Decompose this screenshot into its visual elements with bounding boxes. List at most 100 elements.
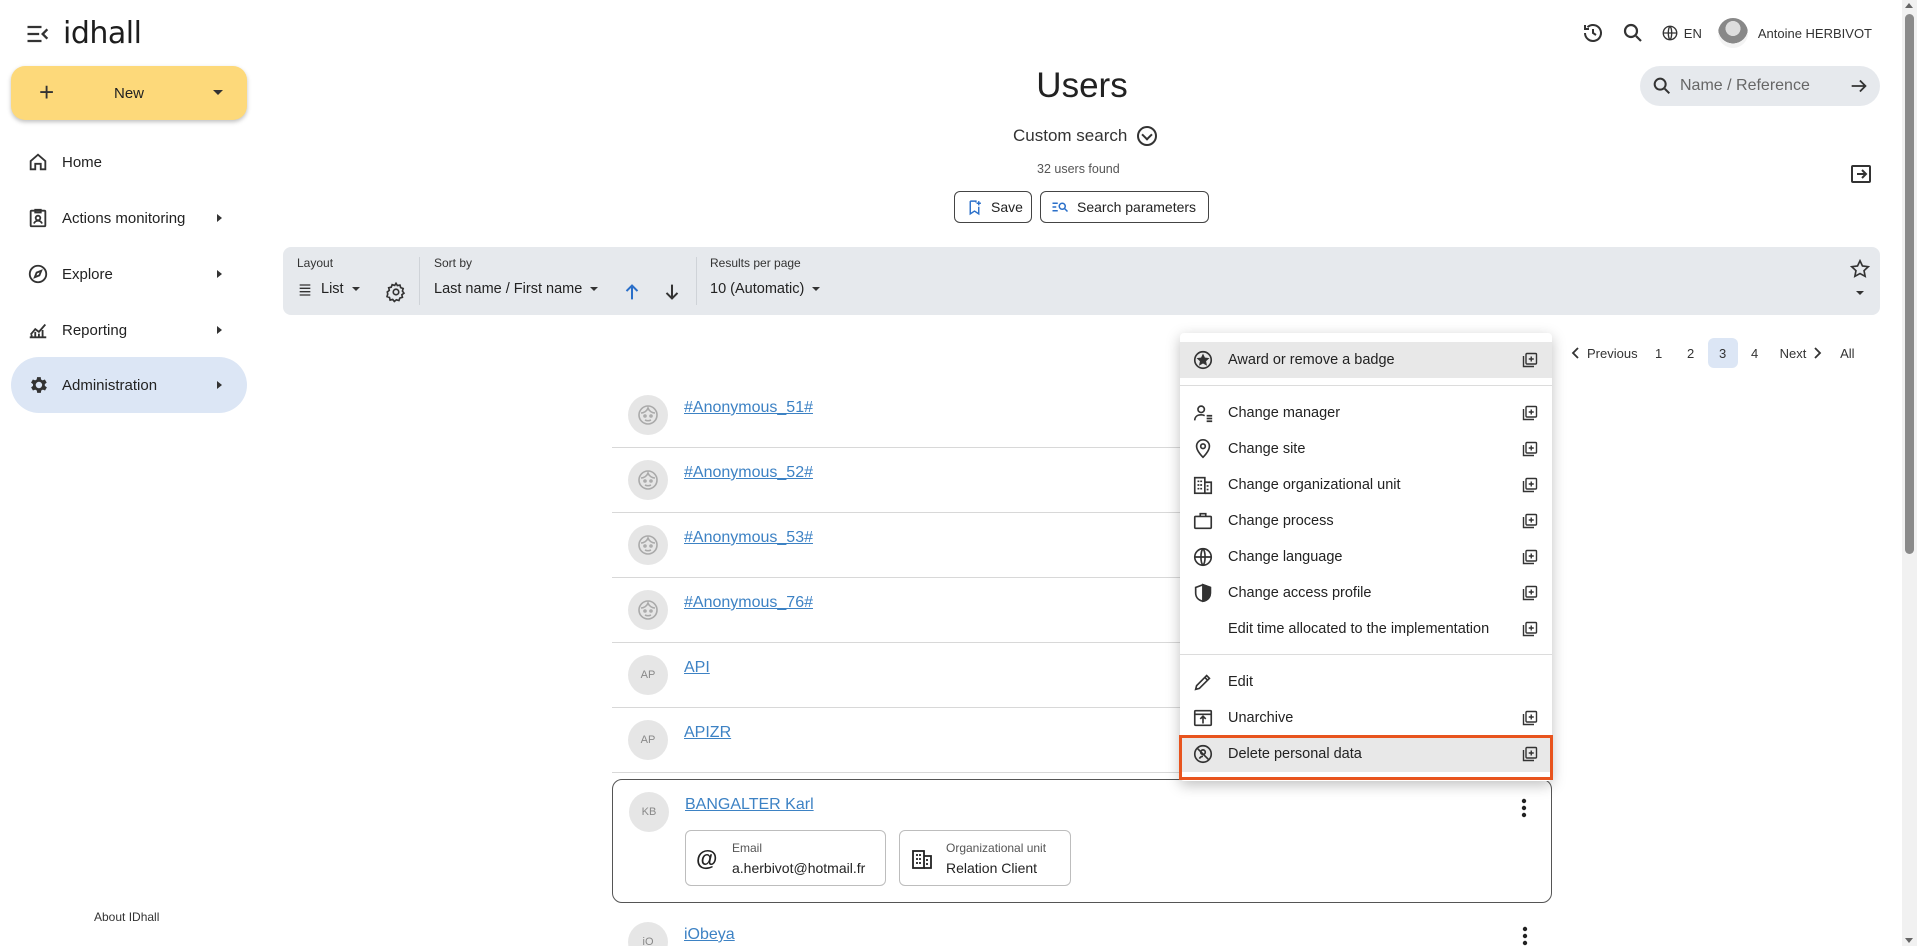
badge-star-icon: [1193, 350, 1213, 370]
avatar: KB: [629, 792, 669, 832]
results-count: 32 users found: [1037, 162, 1120, 176]
menu-item-change-language[interactable]: Change language: [1180, 539, 1552, 575]
app-logo[interactable]: idhall: [63, 16, 142, 51]
sidebar-item-label: Reporting: [62, 321, 128, 339]
open-new-icon: [1522, 585, 1538, 601]
list-item[interactable]: iO iObeya: [612, 920, 1552, 946]
home-icon: [29, 153, 47, 171]
sort-dropdown[interactable]: Last name / First name: [434, 281, 599, 297]
more-vertical-icon[interactable]: [1521, 798, 1527, 818]
all-pages-button[interactable]: All: [1832, 338, 1862, 368]
page-button[interactable]: 4: [1740, 338, 1770, 368]
sidebar-item-home[interactable]: Home: [11, 134, 247, 190]
menu-item-label: Change process: [1228, 513, 1334, 529]
history-icon[interactable]: [1581, 21, 1605, 45]
user-menu[interactable]: Antoine HERBIVOT: [1717, 18, 1872, 48]
scroll-down-icon[interactable]: [1905, 938, 1913, 943]
menu-item-label: Award or remove a badge: [1228, 352, 1395, 368]
layout-dropdown[interactable]: List: [297, 281, 360, 297]
menu-item-award-badge[interactable]: Award or remove a badge: [1180, 342, 1552, 378]
menu-item-change-process[interactable]: Change process: [1180, 503, 1552, 539]
previous-page-button[interactable]: Previous: [1565, 338, 1644, 368]
layout-label: Layout: [297, 256, 334, 270]
user-name-link[interactable]: iObeya: [684, 926, 735, 944]
menu-item-change-manager[interactable]: Change manager: [1180, 395, 1552, 431]
open-new-icon: [1522, 477, 1538, 493]
menu-item-edit-time-allocated[interactable]: Edit time allocated to the implementatio…: [1180, 611, 1552, 647]
search-parameters-button[interactable]: Search parameters: [1040, 191, 1209, 223]
sidebar-item-label: Home: [62, 153, 103, 171]
open-new-icon: [1522, 352, 1538, 368]
open-new-icon: [1522, 405, 1538, 421]
avatar: AP: [628, 720, 668, 760]
sidebar-item-reporting[interactable]: Reporting: [11, 302, 247, 358]
sidebar: idhall + New Home Actions monitoring Exp…: [0, 0, 256, 946]
scroll-up-icon[interactable]: [1905, 3, 1913, 8]
globe-icon: [1193, 547, 1213, 567]
language-label: EN: [1683, 25, 1702, 41]
user-name-link[interactable]: #Anonymous_52#: [684, 464, 813, 482]
more-vertical-icon[interactable]: [1522, 926, 1528, 946]
user-name-link[interactable]: #Anonymous_53#: [684, 529, 813, 547]
chevron-down-circle-icon: [1137, 126, 1158, 146]
sidebar-item-label: Administration: [62, 376, 158, 394]
open-new-icon: [1522, 710, 1538, 726]
compass-icon: [28, 264, 48, 284]
sort-value: Last name / First name: [434, 281, 583, 297]
chevron-left-icon: [1571, 347, 1579, 359]
caret-down-icon: [351, 287, 360, 291]
sidebar-item-administration[interactable]: Administration: [11, 357, 247, 413]
caret-down-icon[interactable]: [1856, 291, 1864, 295]
menu-item-change-org-unit[interactable]: Change organizational unit: [1180, 467, 1552, 503]
next-page-button[interactable]: Next: [1774, 338, 1829, 368]
building-icon: [1193, 476, 1213, 495]
anonymous-face-icon: [628, 590, 668, 630]
user-name-link[interactable]: #Anonymous_76#: [684, 594, 813, 612]
page-button[interactable]: 2: [1676, 338, 1706, 368]
avatar: AP: [628, 655, 668, 695]
menu-item-label: Unarchive: [1228, 710, 1294, 726]
menu-item-change-access-profile[interactable]: Change access profile: [1180, 575, 1552, 611]
menu-item-change-site[interactable]: Change site: [1180, 431, 1552, 467]
search-icon[interactable]: [1621, 21, 1645, 45]
list-item-expanded[interactable]: KB BANGALTER Karl @ Email a.herbivot@hot…: [612, 779, 1552, 903]
user-name-link[interactable]: APIZR: [684, 724, 731, 742]
results-per-page-dropdown[interactable]: 10 (Automatic): [710, 281, 821, 297]
sidebar-item-actions-monitoring[interactable]: Actions monitoring: [11, 190, 247, 246]
avatar: [1717, 18, 1748, 48]
arrow-down-icon[interactable]: [661, 281, 683, 303]
toolbar-divider: [696, 257, 697, 305]
menu-item-unarchive[interactable]: Unarchive: [1180, 700, 1552, 736]
user-name-link[interactable]: #Anonymous_51#: [684, 399, 813, 417]
star-icon[interactable]: [1849, 258, 1871, 280]
save-button[interactable]: Save: [954, 191, 1032, 223]
exit-panel-icon[interactable]: [1849, 162, 1873, 186]
scrollbar-thumb[interactable]: [1905, 14, 1914, 554]
menu-item-label: Change access profile: [1228, 585, 1372, 601]
page-title: Users: [1036, 66, 1128, 105]
user-name-link[interactable]: BANGALTER Karl: [685, 796, 814, 814]
arrow-up-icon[interactable]: [621, 281, 643, 303]
page-button[interactable]: 1: [1644, 338, 1674, 368]
menu-collapse-icon[interactable]: [24, 20, 52, 48]
open-new-icon: [1522, 549, 1538, 565]
shield-icon: [1194, 583, 1212, 603]
search-parameters-label: Search parameters: [1077, 199, 1197, 215]
topbar: EN Antoine HERBIVOT: [1581, 18, 1872, 48]
about-link[interactable]: About IDhall: [94, 910, 159, 924]
gear-icon[interactable]: [385, 281, 407, 303]
previous-label: Previous: [1587, 345, 1638, 361]
view-toolbar: Layout List Sort by Last name / First na…: [283, 247, 1880, 315]
user-name-link[interactable]: API: [684, 659, 710, 677]
user-actions-menu: Award or remove a badge Change manager C…: [1180, 333, 1552, 781]
menu-item-edit[interactable]: Edit: [1180, 664, 1552, 700]
page-button-current[interactable]: 3: [1707, 338, 1738, 368]
sidebar-item-explore[interactable]: Explore: [11, 246, 247, 302]
user-name: Antoine HERBIVOT: [1757, 25, 1872, 41]
custom-search-toggle[interactable]: Custom search: [1013, 126, 1158, 146]
arrow-right-icon: [217, 214, 222, 222]
language-selector[interactable]: EN: [1661, 24, 1702, 42]
menu-item-label: Change language: [1228, 549, 1343, 565]
scrollbar[interactable]: [1902, 0, 1917, 946]
email-label: Email: [732, 841, 763, 855]
